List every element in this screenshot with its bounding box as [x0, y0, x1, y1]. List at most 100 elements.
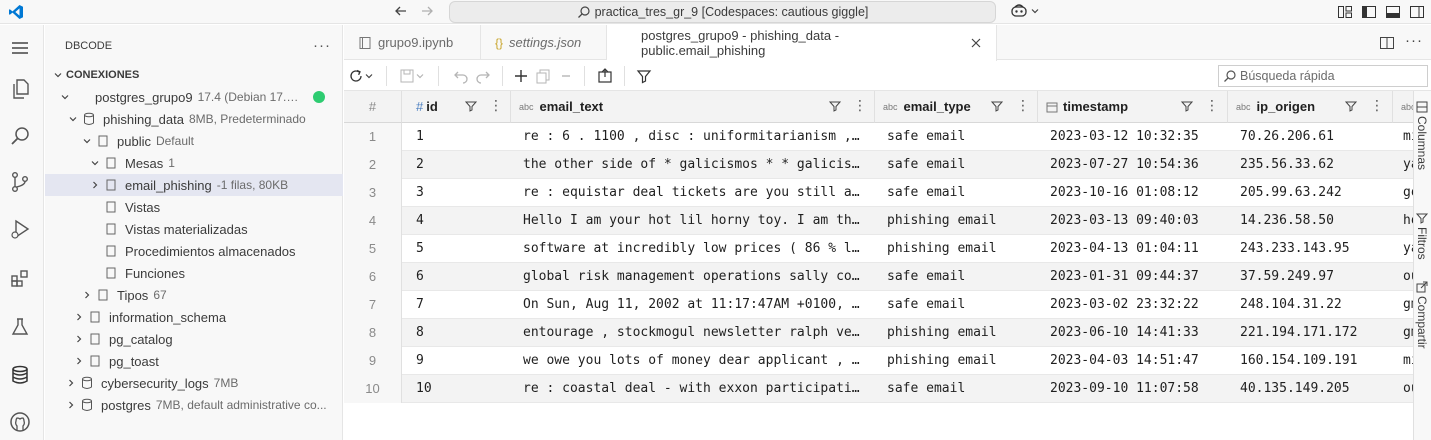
explorer-icon[interactable]	[6, 75, 34, 103]
table-cell-email-text[interactable]: re : equistar deal tickets are you still…	[523, 179, 867, 207]
column-menu-icon[interactable]: ⋮	[1205, 97, 1219, 114]
column-header-id[interactable]: # id ⋮	[402, 91, 511, 123]
connections-section-header[interactable]: CONEXIONES	[45, 64, 343, 86]
table-cell-ip-origen[interactable]: 248.104.31.22	[1240, 291, 1388, 319]
run-debug-icon[interactable]	[6, 215, 34, 243]
share-panel-toggle[interactable]: Compartir	[1415, 281, 1429, 349]
table-cell-ip-origen[interactable]: 221.194.171.172	[1240, 319, 1388, 347]
table-cell-id[interactable]: 9	[416, 347, 506, 375]
table-cell-timestamp[interactable]: 2023-03-02 23:32:22	[1050, 291, 1222, 319]
tree-item-phishing-data[interactable]: phishing_data 8MB, Predeterminado	[45, 108, 343, 130]
tree-item-email-phishing[interactable]: email_phishing -1 filas, 80KB	[45, 174, 343, 196]
column-header-ip-origen[interactable]: abc ip_origen ⋮	[1228, 91, 1393, 123]
table-cell-id[interactable]: 6	[416, 263, 506, 291]
tree-item-pg-toast[interactable]: pg_toast	[45, 350, 343, 372]
column-header-email-text[interactable]: abc email_text ⋮	[511, 91, 875, 123]
column-menu-icon[interactable]: ⋮	[1370, 97, 1384, 114]
table-cell-timestamp[interactable]: 2023-09-10 11:07:58	[1050, 375, 1222, 403]
table-cell-email-text[interactable]: the other side of * galicismos * * galic…	[523, 151, 867, 179]
close-icon[interactable]	[970, 37, 982, 49]
table-row[interactable]: 5 5 software at incredibly low prices ( 86…	[344, 235, 1415, 263]
table-cell-ip-origen[interactable]: 37.59.249.97	[1240, 263, 1388, 291]
table-cell-ip-origen[interactable]: 70.26.206.61	[1240, 123, 1388, 151]
table-cell-email-type[interactable]: phishing email	[887, 207, 1032, 235]
table-cell-email-type[interactable]: safe email	[887, 179, 1032, 207]
table-cell-email-text[interactable]: On Sun, Aug 11, 2002 at 11:17:47AM +0100…	[523, 291, 867, 319]
table-cell-timestamp[interactable]: 2023-07-27 10:54:36	[1050, 151, 1222, 179]
tree-item-pg-catalog[interactable]: pg_catalog	[45, 328, 343, 350]
column-menu-icon[interactable]: ⋮	[1016, 97, 1030, 114]
table-cell-ip-origen[interactable]: 14.236.58.50	[1240, 207, 1388, 235]
back-arrow-icon[interactable]	[393, 3, 409, 19]
redo-icon[interactable]	[475, 67, 491, 85]
table-cell-timestamp[interactable]: 2023-01-31 09:44:37	[1050, 263, 1222, 291]
split-editor-icon[interactable]	[1379, 35, 1395, 51]
tree-item-mesas[interactable]: Mesas 1	[45, 152, 343, 174]
database-icon[interactable]	[6, 361, 34, 389]
quick-search-input[interactable]: Búsqueda rápida	[1218, 65, 1428, 87]
toggle-secondary-sidebar-icon[interactable]	[1409, 4, 1425, 20]
table-cell-email-type[interactable]: phishing email	[887, 319, 1032, 347]
table-cell-ip-origen[interactable]: 40.135.149.205	[1240, 375, 1388, 403]
tree-item-cybersecurity-logs[interactable]: cybersecurity_logs 7MB	[45, 372, 343, 394]
duplicate-row-icon[interactable]	[535, 67, 551, 85]
refresh-dropdown[interactable]	[348, 67, 374, 85]
github-icon[interactable]	[6, 408, 34, 436]
filter-icon[interactable]	[465, 100, 477, 112]
table-cell-id[interactable]: 5	[416, 235, 506, 263]
filter-icon[interactable]	[1345, 100, 1357, 112]
search-icon[interactable]	[6, 122, 34, 150]
tab-grupo9-ipynb[interactable]: grupo9.ipynb	[344, 25, 481, 60]
table-cell-id[interactable]: 4	[416, 207, 506, 235]
customize-layout-icon[interactable]	[1337, 4, 1353, 20]
table-cell-email-type[interactable]: phishing email	[887, 235, 1032, 263]
extensions-icon[interactable]	[6, 264, 34, 292]
source-control-icon[interactable]	[6, 168, 34, 196]
toggle-primary-sidebar-icon[interactable]	[1361, 4, 1377, 20]
command-center-search[interactable]: practica_tres_gr_9 [Codespaces: cautious…	[449, 1, 996, 23]
column-header-partial[interactable]: abc	[1393, 91, 1413, 123]
filter-icon[interactable]	[991, 100, 1003, 112]
table-row[interactable]: 2 2 the other side of * galicismos * * gal…	[344, 151, 1415, 179]
table-cell-id[interactable]: 8	[416, 319, 506, 347]
table-cell-email-text[interactable]: Hello I am your hot lil horny toy. I am …	[523, 207, 867, 235]
table-cell-id[interactable]: 2	[416, 151, 506, 179]
table-cell-timestamp[interactable]: 2023-04-13 01:04:11	[1050, 235, 1222, 263]
table-cell-email-text[interactable]: entourage , stockmogul newsletter ralph …	[523, 319, 867, 347]
toggle-panel-icon[interactable]	[1385, 4, 1401, 20]
table-cell-email-type[interactable]: safe email	[887, 151, 1032, 179]
undo-icon[interactable]	[453, 67, 469, 85]
tree-item-postgres[interactable]: postgres 7MB, default administrative co.…	[45, 394, 343, 416]
column-header-timestamp[interactable]: timestamp ⋮	[1038, 91, 1228, 123]
table-cell-id[interactable]: 10	[416, 375, 506, 403]
table-cell-email-type[interactable]: safe email	[887, 123, 1032, 151]
tab-settings-json[interactable]: {} settings.json	[481, 25, 607, 60]
more-actions-icon[interactable]: ···	[1405, 32, 1423, 49]
table-cell-timestamp[interactable]: 2023-04-03 14:51:47	[1050, 347, 1222, 375]
table-cell-ip-origen[interactable]: 235.56.33.62	[1240, 151, 1388, 179]
table-row[interactable]: 10 10 re : coastal deal - with exxon parti…	[344, 375, 1415, 403]
vscode-logo-icon[interactable]	[8, 4, 24, 20]
table-cell-ip-origen[interactable]: 205.99.63.242	[1240, 179, 1388, 207]
table-row[interactable]: 7 7 On Sun, Aug 11, 2002 at 11:17:47AM +01…	[344, 291, 1415, 319]
column-menu-icon[interactable]: ⋮	[853, 97, 867, 114]
table-cell-timestamp[interactable]: 2023-10-16 01:08:12	[1050, 179, 1222, 207]
tree-item-vistas-materializadas[interactable]: Vistas materializadas	[45, 218, 343, 240]
table-cell-timestamp[interactable]: 2023-03-12 10:32:35	[1050, 123, 1222, 151]
tree-item-vistas[interactable]: Vistas	[45, 196, 343, 218]
table-cell-email-text[interactable]: we owe you lots of money dear applicant …	[523, 347, 867, 375]
tree-item-procedimientos[interactable]: Procedimientos almacenados	[45, 240, 343, 262]
add-row-icon[interactable]	[513, 67, 529, 85]
tab-email-phishing-table[interactable]: postgres_grupo9 - phishing_data - public…	[607, 25, 997, 61]
column-menu-icon[interactable]: ⋮	[489, 97, 503, 114]
table-cell-email-type[interactable]: safe email	[887, 291, 1032, 319]
tree-item-tipos[interactable]: Tipos 67	[45, 284, 343, 306]
export-icon[interactable]	[597, 67, 613, 85]
column-header-email-type[interactable]: abc email_type ⋮	[875, 91, 1038, 123]
menu-icon[interactable]	[6, 34, 34, 62]
filters-panel-toggle[interactable]: Filtros	[1415, 212, 1429, 260]
table-cell-ip-origen[interactable]: 160.154.109.191	[1240, 347, 1388, 375]
filter-icon[interactable]	[636, 67, 652, 85]
tree-item-funciones[interactable]: Funciones	[45, 262, 343, 284]
table-cell-email-type[interactable]: phishing email	[887, 347, 1032, 375]
